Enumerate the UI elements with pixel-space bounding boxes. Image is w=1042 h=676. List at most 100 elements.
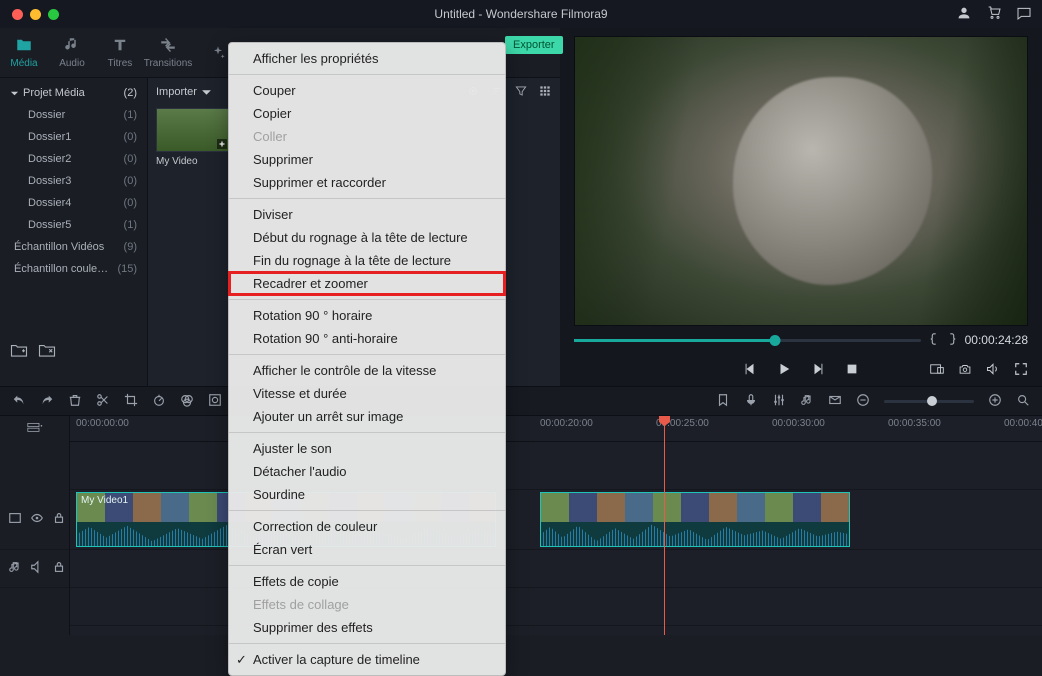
sidebar-folder-2[interactable]: Dossier2(0) xyxy=(0,148,147,170)
sidebar-header-label: Projet Média xyxy=(23,87,85,99)
ctx-speed-control[interactable]: Afficher le contrôle de la vitesse xyxy=(229,359,505,382)
grid-view-icon[interactable] xyxy=(538,84,552,101)
video-track-1[interactable]: My Video1 xyxy=(70,490,1042,550)
sidebar-folder-3[interactable]: Dossier3(0) xyxy=(0,170,147,192)
greenscreen-icon[interactable] xyxy=(208,393,222,410)
audio-lock-icon[interactable] xyxy=(52,560,66,577)
ctx-show-properties[interactable]: Afficher les propriétés xyxy=(229,47,505,70)
time-ruler[interactable]: 00:00:00:00 00:00:20:00 00:00:25:00 00:0… xyxy=(70,416,1042,442)
ctx-remove-effects[interactable]: Supprimer des effets xyxy=(229,616,505,639)
zoom-in-icon[interactable] xyxy=(988,393,1002,410)
ctx-rotate-ccw[interactable]: Rotation 90 ° anti-horaire xyxy=(229,327,505,350)
cart-icon[interactable] xyxy=(986,5,1002,24)
zoom-slider[interactable] xyxy=(884,400,974,403)
tab-titles[interactable]: Titres xyxy=(96,36,144,69)
quality-icon[interactable] xyxy=(930,362,944,379)
audio-mute-icon[interactable] xyxy=(30,560,44,577)
ctx-adjust-audio[interactable]: Ajuster le son xyxy=(229,437,505,460)
ctx-green-screen[interactable]: Écran vert xyxy=(229,538,505,561)
ctx-copy-effects[interactable]: Effets de copie xyxy=(229,570,505,593)
account-icon[interactable] xyxy=(956,5,972,24)
volume-icon[interactable] xyxy=(986,362,1000,379)
prev-frame-icon[interactable] xyxy=(743,362,757,379)
track-adjust-icon[interactable] xyxy=(8,511,22,528)
undo-icon[interactable] xyxy=(12,393,26,410)
mark-in-icon[interactable] xyxy=(929,333,939,348)
tab-transitions[interactable]: Transitions xyxy=(144,36,192,69)
marker-icon[interactable] xyxy=(716,393,730,410)
color-icon[interactable] xyxy=(180,393,194,410)
ctx-color-correction[interactable]: Correction de couleur xyxy=(229,515,505,538)
ctx-mute[interactable]: Sourdine xyxy=(229,483,505,506)
audio-track-1[interactable] xyxy=(70,550,1042,588)
audio-icon[interactable] xyxy=(800,393,814,410)
ctx-speed-duration[interactable]: Vitesse et durée xyxy=(229,382,505,405)
message-icon[interactable] xyxy=(1016,5,1032,24)
fullscreen-icon[interactable] xyxy=(1014,362,1028,379)
crop-icon[interactable] xyxy=(124,393,138,410)
zoom-fit-icon[interactable] xyxy=(1016,393,1030,410)
mark-out-icon[interactable] xyxy=(947,333,957,348)
sidebar-folder-4[interactable]: Dossier4(0) xyxy=(0,192,147,214)
ctx-rotate-cw[interactable]: Rotation 90 ° horaire xyxy=(229,304,505,327)
seek-bar[interactable] xyxy=(574,339,921,342)
ctx-delete[interactable]: Supprimer xyxy=(229,148,505,171)
tab-audio-label: Audio xyxy=(59,58,85,69)
next-frame-icon[interactable] xyxy=(811,362,825,379)
sidebar-sample-colors[interactable]: Échantillon coule…(15) xyxy=(0,258,147,280)
seek-knob[interactable] xyxy=(770,335,781,346)
track-visible-icon[interactable] xyxy=(30,511,44,528)
track-body[interactable]: 00:00:00:00 00:00:20:00 00:00:25:00 00:0… xyxy=(70,416,1042,635)
redo-icon[interactable] xyxy=(40,393,54,410)
add-to-timeline-icon[interactable] xyxy=(217,139,227,149)
filter-icon[interactable] xyxy=(514,84,528,101)
import-button[interactable]: Importer xyxy=(156,86,212,98)
minimize-window-button[interactable] xyxy=(30,9,41,20)
ctx-trim-end[interactable]: Fin du rognage à la tête de lecture xyxy=(229,249,505,272)
mixer-icon[interactable] xyxy=(772,393,786,410)
render-icon[interactable] xyxy=(828,393,842,410)
playhead[interactable] xyxy=(664,416,665,635)
ctx-timeline-snap[interactable]: Activer la capture de timeline xyxy=(229,648,505,671)
ctx-ripple-delete[interactable]: Supprimer et raccorder xyxy=(229,171,505,194)
sidebar-folder-1[interactable]: Dossier1(0) xyxy=(0,126,147,148)
snapshot-icon[interactable] xyxy=(958,362,972,379)
maximize-window-button[interactable] xyxy=(48,9,59,20)
audio-track-icon[interactable] xyxy=(8,560,22,577)
voice-icon[interactable] xyxy=(744,393,758,410)
audio-track-2[interactable] xyxy=(70,588,1042,626)
sidebar-folder-5[interactable]: Dossier5(1) xyxy=(0,214,147,236)
ctx-copy[interactable]: Copier xyxy=(229,102,505,125)
close-window-button[interactable] xyxy=(12,9,23,20)
context-menu: Afficher les propriétés Couper Copier Co… xyxy=(228,42,506,676)
ctx-detach-audio[interactable]: Détacher l'audio xyxy=(229,460,505,483)
split-icon[interactable] xyxy=(96,393,110,410)
track-manager-icon[interactable] xyxy=(0,416,69,442)
track-lock-icon[interactable] xyxy=(52,511,66,528)
new-folder-icon[interactable] xyxy=(10,342,28,361)
zoom-knob[interactable] xyxy=(927,396,937,406)
tab-audio[interactable]: Audio xyxy=(48,36,96,69)
video-track-2[interactable] xyxy=(70,442,1042,490)
playback-controls xyxy=(560,354,1042,386)
sidebar-folder-0[interactable]: Dossier(1) xyxy=(0,104,147,126)
sidebar-sample-videos[interactable]: Échantillon Vidéos(9) xyxy=(0,236,147,258)
timeline-clip-2[interactable] xyxy=(540,492,850,547)
ctx-split[interactable]: Diviser xyxy=(229,203,505,226)
play-icon[interactable] xyxy=(777,362,791,379)
tab-media[interactable]: Média xyxy=(0,36,48,69)
timeline-clip-label: My Video1 xyxy=(81,495,128,506)
ctx-freeze-frame[interactable]: Ajouter un arrêt sur image xyxy=(229,405,505,428)
delete-folder-icon[interactable] xyxy=(38,342,56,361)
media-clip[interactable]: My Video xyxy=(156,108,230,167)
export-button[interactable]: Exporter xyxy=(505,36,563,54)
ctx-crop-zoom[interactable]: Recadrer et zoomer xyxy=(229,272,505,295)
speed-icon[interactable] xyxy=(152,393,166,410)
zoom-out-icon[interactable] xyxy=(856,393,870,410)
ctx-cut[interactable]: Couper xyxy=(229,79,505,102)
stop-icon[interactable] xyxy=(845,362,859,379)
ctx-trim-start[interactable]: Début du rognage à la tête de lecture xyxy=(229,226,505,249)
delete-icon[interactable] xyxy=(68,393,82,410)
preview-canvas[interactable] xyxy=(574,36,1028,326)
sidebar-project-header[interactable]: Projet Média (2) xyxy=(0,82,147,104)
